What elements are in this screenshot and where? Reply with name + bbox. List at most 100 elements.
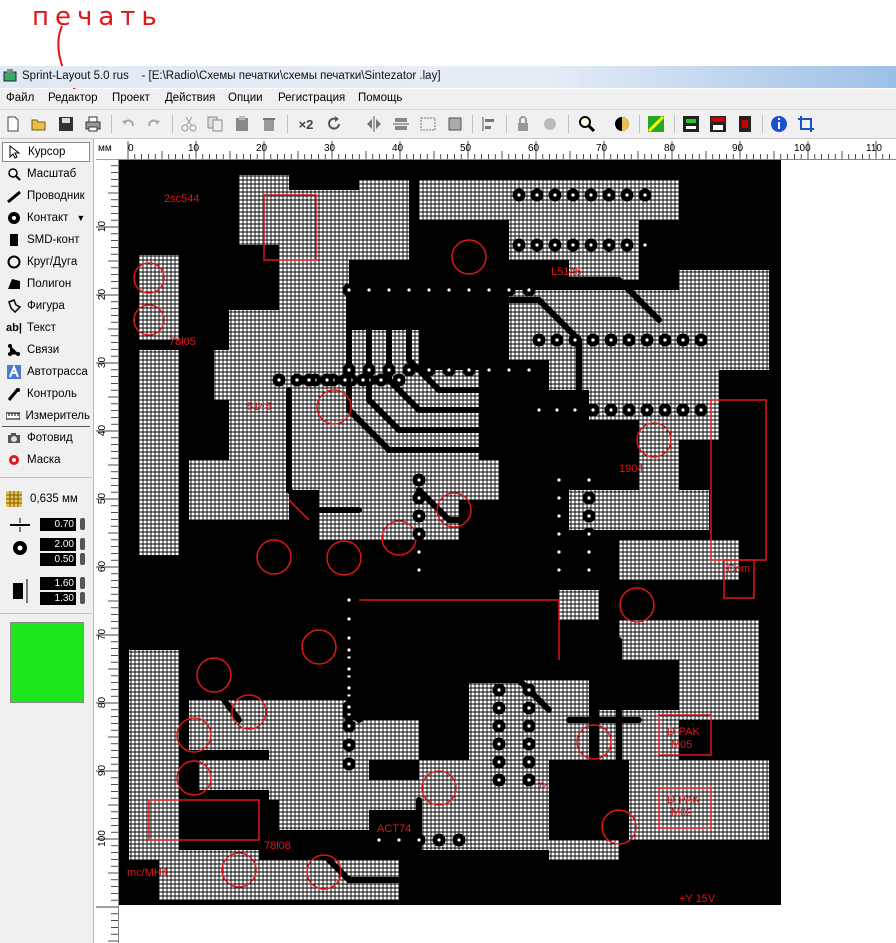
- tool-ruler[interactable]: Измеритель: [2, 406, 90, 427]
- svg-text:L5145: L5145: [551, 266, 582, 278]
- tool-label: Полигон: [27, 278, 72, 290]
- photo-icon[interactable]: [646, 114, 666, 134]
- spinner[interactable]: [80, 553, 85, 565]
- x2-icon[interactable]: ×2: [294, 114, 318, 134]
- svg-text:D-PAK: D-PAK: [667, 726, 700, 738]
- smd-width-field[interactable]: 1.60: [40, 577, 76, 590]
- unlock-icon[interactable]: [540, 114, 560, 134]
- annotation-text: печать: [32, 2, 163, 32]
- ruler-label: 50: [97, 492, 109, 505]
- track-width-field[interactable]: 0.70: [40, 518, 76, 531]
- rotate-icon[interactable]: [324, 114, 344, 134]
- tool-cursor[interactable]: Курсор: [2, 142, 90, 162]
- save-icon[interactable]: [56, 114, 76, 134]
- tool-smd[interactable]: SMD-конт: [2, 230, 90, 250]
- menu-editor[interactable]: Редактор: [48, 92, 98, 104]
- tool-label: Курсор: [28, 146, 66, 158]
- delete-icon[interactable]: [259, 114, 279, 134]
- svg-text:M09: M09: [671, 807, 692, 819]
- svg-text:D-PAK: D-PAK: [667, 794, 700, 806]
- layers-icon[interactable]: [612, 114, 632, 134]
- ruler-label: 20: [256, 143, 268, 154]
- tool-pad[interactable]: Контакт ▼: [2, 208, 90, 228]
- new-file-icon[interactable]: [3, 114, 23, 134]
- test-icon[interactable]: [681, 114, 701, 134]
- pad-inner-field[interactable]: 0.50: [40, 553, 76, 566]
- spinner[interactable]: [80, 592, 85, 604]
- mirror-v-icon[interactable]: [391, 114, 411, 134]
- tool-label: Автотрасса: [27, 366, 88, 378]
- redo-icon[interactable]: [144, 114, 164, 134]
- tool-zoom[interactable]: Масштаб: [2, 164, 90, 184]
- tool-mask[interactable]: Маска: [2, 450, 90, 470]
- tool-figure[interactable]: Фигура: [2, 296, 90, 316]
- print-icon[interactable]: [83, 114, 103, 134]
- grid-value[interactable]: 0,635 мм: [30, 493, 78, 505]
- ruler-label: 50: [460, 143, 472, 154]
- pad-outer-field[interactable]: 2.00: [40, 538, 76, 551]
- align-icon[interactable]: [479, 114, 499, 134]
- layer-color-swatch[interactable]: [10, 622, 84, 703]
- toolbar: ×2: [0, 110, 896, 139]
- macro-icon[interactable]: [735, 114, 755, 134]
- paste-icon[interactable]: [232, 114, 252, 134]
- pcb-board[interactable]: 2sc544 L5145 78l05 5145 1904 Com D-PAK M…: [119, 160, 781, 905]
- cut-icon[interactable]: [179, 114, 199, 134]
- tool-polygon[interactable]: Полигон: [2, 274, 90, 294]
- menu-options[interactable]: Опции: [228, 92, 263, 104]
- mirror-h-icon[interactable]: [364, 114, 384, 134]
- menu-help[interactable]: Помощь: [358, 92, 402, 104]
- spinner[interactable]: [80, 538, 85, 550]
- svg-text:+Y 15V: +Y 15V: [679, 893, 716, 905]
- drc-icon[interactable]: [708, 114, 728, 134]
- tool-text[interactable]: ab| Текст: [2, 318, 90, 338]
- spinner[interactable]: [80, 518, 85, 530]
- tool-photo-view[interactable]: Фотовид: [2, 428, 90, 448]
- ruler-label: 0: [128, 143, 134, 154]
- undo-icon[interactable]: [118, 114, 138, 134]
- smd-height-field[interactable]: 1.30: [40, 592, 76, 605]
- spinner[interactable]: [80, 577, 85, 589]
- info-icon[interactable]: [769, 114, 789, 134]
- autoroute-icon: [6, 364, 22, 380]
- menu-registration[interactable]: Регистрация: [278, 92, 345, 104]
- tool-connections[interactable]: Связи: [2, 340, 90, 360]
- tool-label: SMD-конт: [27, 234, 80, 246]
- ruler-label: 90: [97, 764, 109, 777]
- ruler-ticks: [96, 159, 118, 942]
- menu-actions[interactable]: Действия: [165, 92, 215, 104]
- lock-icon[interactable]: [513, 114, 533, 134]
- ungroup-icon[interactable]: [445, 114, 465, 134]
- tool-test[interactable]: Контроль: [2, 384, 90, 404]
- tool-label: Связи: [27, 344, 60, 356]
- copy-icon[interactable]: [205, 114, 225, 134]
- crop-icon[interactable]: [796, 114, 816, 134]
- tool-label: Текст: [27, 322, 56, 334]
- ruler-label: 60: [528, 143, 540, 154]
- circle-arc-icon: [6, 254, 22, 270]
- dropdown-arrow-icon[interactable]: ▼: [76, 213, 85, 223]
- zoom-icon[interactable]: [577, 114, 597, 134]
- group-icon[interactable]: [418, 114, 438, 134]
- open-folder-icon[interactable]: [29, 114, 49, 134]
- figure-icon: [6, 298, 22, 314]
- tool-panel: Курсор Масштаб Проводник Контакт ▼ SMD-к…: [0, 139, 94, 943]
- svg-text:ACT74: ACT74: [377, 823, 411, 835]
- ruler-label: 100: [96, 830, 108, 847]
- svg-text:Com: Com: [727, 563, 750, 575]
- menu-project[interactable]: Проект: [112, 92, 150, 104]
- tool-label: Круг/Дуга: [27, 256, 78, 268]
- svg-text:2sc544: 2sc544: [164, 193, 199, 205]
- pad-inner-param: 0.50: [0, 553, 92, 567]
- menu-file[interactable]: Файл: [6, 92, 34, 104]
- tool-label: Измеритель: [25, 410, 90, 422]
- tool-track[interactable]: Проводник: [2, 186, 90, 206]
- ruler-label: 20: [97, 288, 109, 301]
- ruler-label: 80: [664, 143, 676, 154]
- grid-icon[interactable]: [6, 491, 22, 507]
- tool-circle[interactable]: Круг/Дуга: [2, 252, 90, 272]
- tool-label: Контакт: [27, 212, 69, 224]
- text-icon: ab|: [6, 322, 22, 334]
- tool-autoroute[interactable]: Автотрасса: [2, 362, 90, 382]
- tool-label: Фигура: [27, 300, 65, 312]
